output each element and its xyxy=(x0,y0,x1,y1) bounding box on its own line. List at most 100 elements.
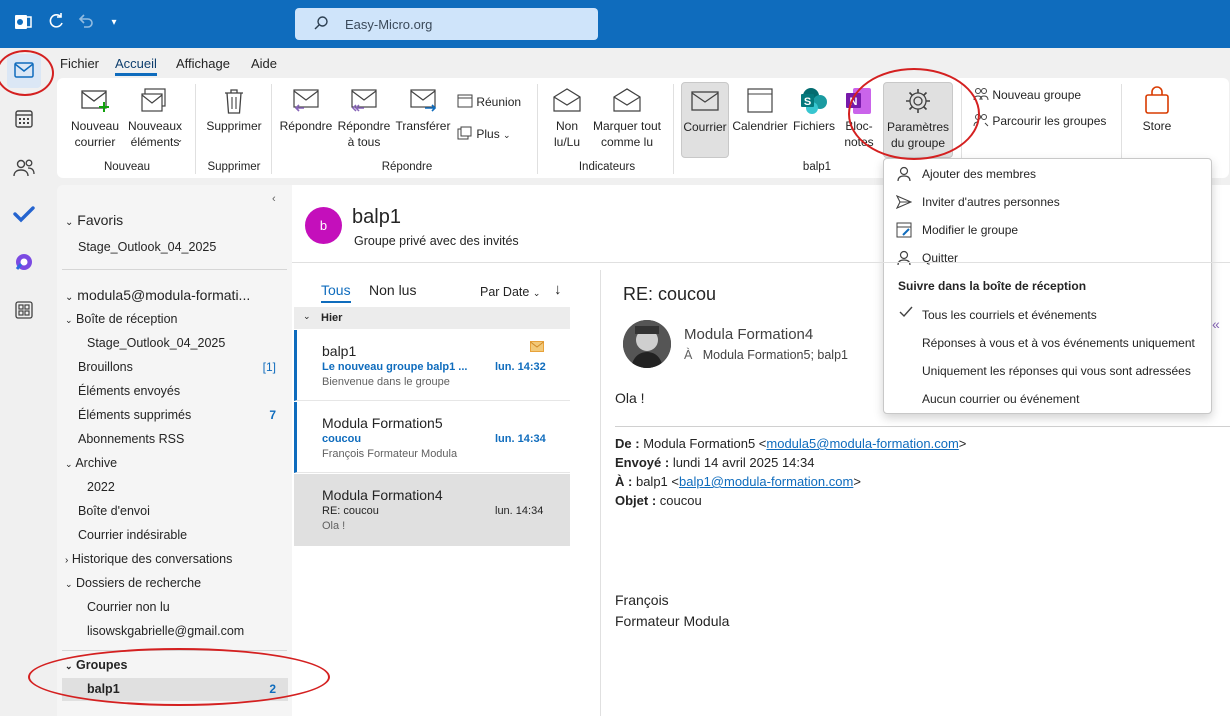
group-settings-menu: Ajouter des membres Inviter d'autres per… xyxy=(883,158,1212,414)
search-box[interactable]: Easy-Micro.org xyxy=(295,8,598,40)
forward-button[interactable]: Transférer xyxy=(393,86,453,134)
menu-tabs: Fichier Accueil Affichage Aide xyxy=(48,48,1230,78)
item-preview: François Formateur Modula xyxy=(322,448,458,460)
mark-all-read-button[interactable]: Marquer tout comme lu xyxy=(589,86,665,150)
item-sender: Modula Formation4 xyxy=(322,487,443,503)
tab-unread[interactable]: Non lus xyxy=(369,282,416,298)
tab-affichage[interactable]: Affichage xyxy=(176,56,230,71)
from-email-link[interactable]: modula5@modula-formation.com xyxy=(766,436,958,451)
sort-direction-icon[interactable]: ↓ xyxy=(554,281,562,298)
sort-dropdown[interactable]: Par Date ⌄ xyxy=(480,285,540,299)
quoted-header: De : Modula Formation5 <modula5@modula-f… xyxy=(615,436,967,508)
more-respond-button[interactable]: Plus ⌄ xyxy=(457,126,527,144)
apps-grid-icon xyxy=(15,300,33,322)
delete-button[interactable]: Supprimer xyxy=(201,86,267,134)
favorite-folder-stage[interactable]: Stage_Outlook_04_2025 xyxy=(78,240,216,254)
folder-drafts[interactable]: Brouillons xyxy=(78,360,133,374)
folder-inbox-stage[interactable]: Stage_Outlook_04_2025 xyxy=(87,336,225,350)
chevron-down-icon: ⌄ xyxy=(65,579,73,589)
account-header[interactable]: ⌄ modula5@modula-formati... xyxy=(65,287,250,303)
folder-gmail[interactable]: lisowskgabrielle@gmail.com xyxy=(87,624,244,638)
menu-add-members[interactable]: Ajouter des membres xyxy=(922,167,1036,181)
chevron-down-icon: ⌄ xyxy=(303,311,311,321)
divider xyxy=(62,269,287,270)
section-header-hier[interactable]: ⌄ Hier xyxy=(294,307,570,329)
group-calendar-button[interactable]: Calendrier xyxy=(731,86,789,134)
divider xyxy=(615,426,1230,427)
ribbon-separator xyxy=(271,84,272,174)
more-apps-button[interactable] xyxy=(7,294,41,328)
sync-icon[interactable] xyxy=(45,12,67,34)
edit-group-icon xyxy=(896,222,912,241)
group-mail-button[interactable]: Courrier xyxy=(681,82,729,158)
search-icon xyxy=(313,15,329,35)
list-item[interactable]: balp1 Le nouveau groupe balp1 ... lun. 1… xyxy=(294,330,570,401)
menu-follow-all[interactable]: Tous les courriels et événements xyxy=(922,308,1097,322)
calendar-app-button[interactable] xyxy=(7,103,41,137)
folder-junk[interactable]: Courrier indésirable xyxy=(78,528,187,542)
tab-accueil[interactable]: Accueil xyxy=(115,56,157,76)
signature-name: François xyxy=(615,592,669,608)
mark-all-read-label: Marquer tout comme lu xyxy=(592,119,662,149)
to-email-link[interactable]: balp1@modula-formation.com xyxy=(679,474,853,489)
menu-invite[interactable]: Inviter d'autres personnes xyxy=(922,195,1060,209)
folder-archive[interactable]: ⌄ Archive xyxy=(65,456,117,470)
undo-icon[interactable] xyxy=(75,12,97,34)
folder-outbox[interactable]: Boîte d'envoi xyxy=(78,504,150,518)
menu-follow-replies-only[interactable]: Uniquement les réponses qui vous sont ad… xyxy=(922,364,1191,378)
group-label-supprimer: Supprimer xyxy=(207,161,261,173)
folder-sent[interactable]: Éléments envoyés xyxy=(78,384,180,398)
tab-fichier[interactable]: Fichier xyxy=(60,56,99,71)
message-from[interactable]: Modula Formation4 xyxy=(684,326,813,343)
mark-read-icon xyxy=(589,86,665,114)
folder-conversation-history[interactable]: › Historique des conversations xyxy=(65,552,232,566)
new-items-button[interactable]: Nouveaux éléments ⌄ xyxy=(123,86,187,150)
tab-aide[interactable]: Aide xyxy=(251,56,277,71)
people-app-button[interactable] xyxy=(7,152,41,186)
group-files-button[interactable]: S Fichiers xyxy=(791,86,837,134)
list-item[interactable]: Modula Formation4 RE: coucou lun. 14:34 … xyxy=(294,474,570,546)
unread-read-label: Non lu/Lu xyxy=(553,119,581,149)
new-group-button[interactable]: Nouveau groupe xyxy=(973,87,1123,105)
search-text: Easy-Micro.org xyxy=(345,17,433,32)
chevron-down-icon: ⌄ xyxy=(65,459,73,469)
folder-rss[interactable]: Abonnements RSS xyxy=(78,432,184,446)
deleted-count: 7 xyxy=(269,408,276,422)
collapse-pane-icon[interactable]: ‹ xyxy=(272,193,276,205)
customize-toolbar-icon[interactable]: ▾ xyxy=(103,12,125,34)
group-label-nouveau: Nouveau xyxy=(103,161,151,173)
folder-unread-mail[interactable]: Courrier non lu xyxy=(87,600,170,614)
new-items-icon xyxy=(123,86,187,114)
reply-all-icon[interactable]: « xyxy=(1212,316,1220,332)
menu-follow-replies-events[interactable]: Réponses à vous et à vos événements uniq… xyxy=(922,336,1195,350)
new-items-label: Nouveaux éléments xyxy=(127,119,183,149)
signature-title: Formateur Modula xyxy=(615,613,730,629)
favorites-header[interactable]: ⌄ Favoris xyxy=(65,212,123,228)
person-add-icon xyxy=(896,166,912,185)
store-button[interactable]: Store xyxy=(1131,86,1183,134)
group-mail-label: Courrier xyxy=(683,120,727,134)
list-item[interactable]: Modula Formation5 coucou lun. 14:34 Fran… xyxy=(294,402,570,473)
reply-all-icon xyxy=(335,86,393,114)
tab-all[interactable]: Tous xyxy=(321,282,351,298)
chevron-down-icon: ⌄ xyxy=(65,217,74,228)
folder-archive-2022[interactable]: 2022 xyxy=(87,480,115,494)
meeting-icon xyxy=(457,94,473,112)
message-to: À Modula Formation5; balp1 xyxy=(684,348,848,362)
reply-button[interactable]: Répondre xyxy=(277,86,335,134)
folder-deleted[interactable]: Éléments supprimés xyxy=(78,408,191,422)
browse-groups-button[interactable]: Parcourir les groupes xyxy=(973,113,1133,131)
unread-read-button[interactable]: Non lu/Lu xyxy=(543,86,591,150)
menu-edit-group[interactable]: Modifier le groupe xyxy=(922,223,1018,237)
meeting-button[interactable]: Réunion xyxy=(457,94,527,112)
folder-search-folders[interactable]: ⌄ Dossiers de recherche xyxy=(65,576,201,590)
todo-app-button[interactable] xyxy=(7,198,41,232)
folder-inbox[interactable]: ⌄ Boîte de réception xyxy=(65,312,178,326)
reply-all-button[interactable]: Répondre à tous xyxy=(335,86,393,150)
copilot-app-button[interactable] xyxy=(7,246,41,280)
new-mail-button[interactable]: Nouveau courrier xyxy=(65,86,125,150)
reply-icon xyxy=(277,86,335,114)
menu-follow-none[interactable]: Aucun courrier ou événement xyxy=(922,392,1079,406)
forward-label: Transférer xyxy=(395,119,451,133)
section-label: Hier xyxy=(321,312,343,324)
